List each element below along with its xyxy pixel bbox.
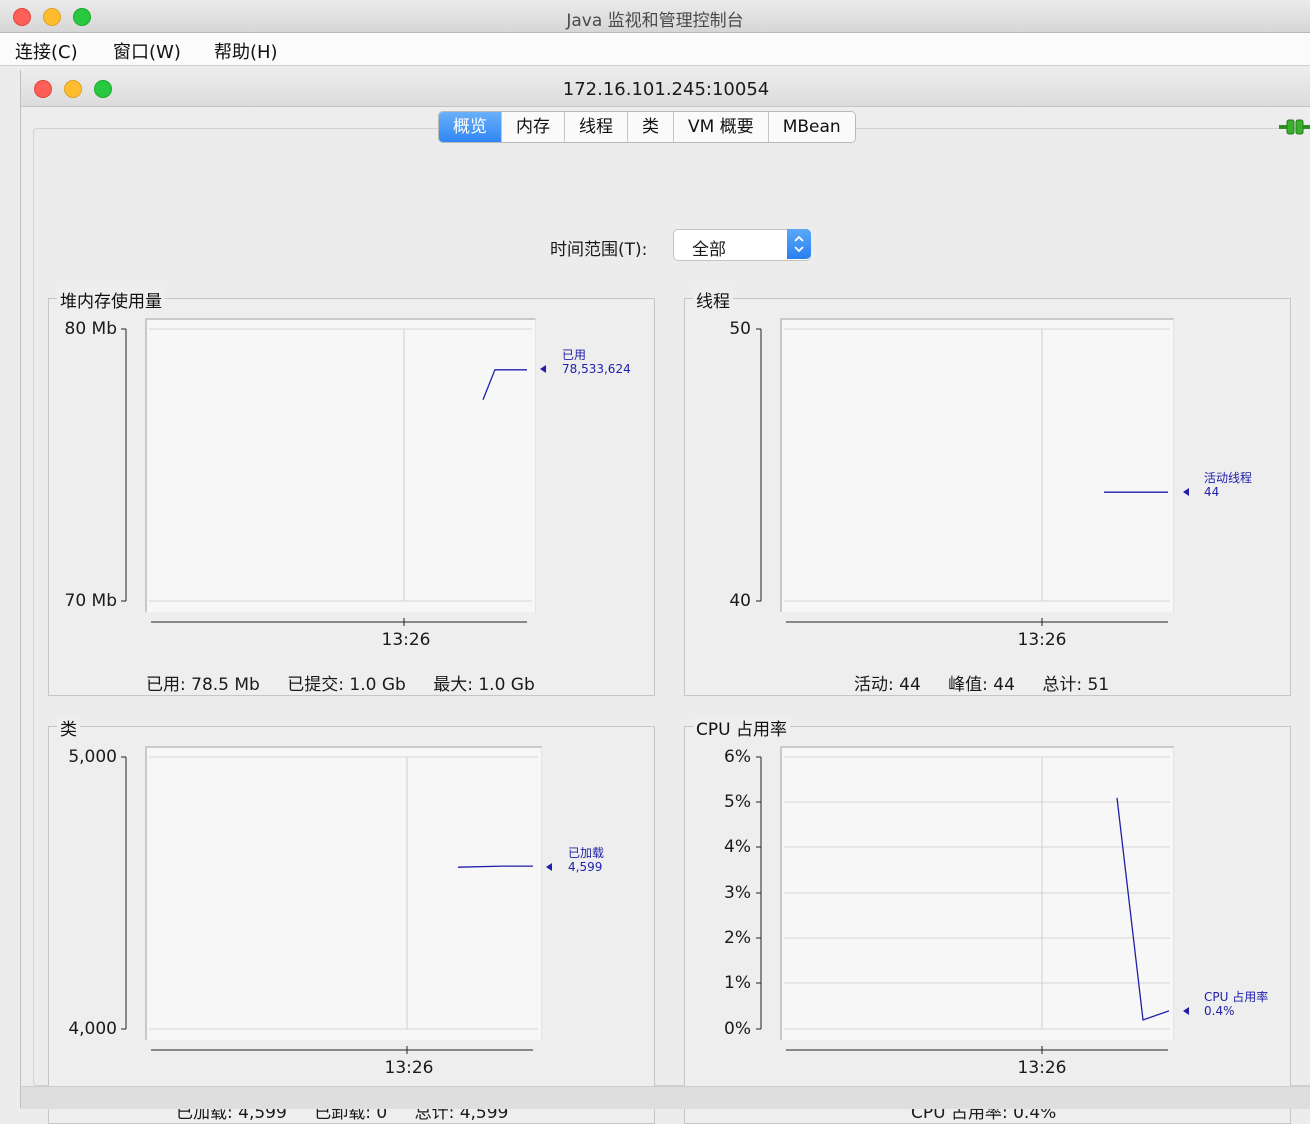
time-range-value: 全部: [692, 240, 726, 260]
classes-loaded-line: [457, 865, 533, 868]
cpu-usage-line: [1116, 797, 1170, 1021]
tab-vm-summary[interactable]: VM 概要: [674, 112, 769, 142]
heap-used-marker: [540, 365, 546, 373]
classes-series-label: 已加载 4,599: [568, 846, 605, 874]
window-title: Java 监视和管理控制台: [566, 11, 744, 31]
threads-series-label: 活动线程 44: [1204, 471, 1253, 499]
threads-stat-live: 活动: 44: [854, 675, 921, 695]
threads-xtick: 13:26: [1017, 630, 1067, 650]
menu-bar: 连接(C) 窗口(W) 帮助(H): [0, 33, 1310, 66]
threads-stats: 活动: 44 峰值: 44 总计: 51: [854, 670, 1109, 695]
window-bottom-bar: [21, 1086, 1310, 1109]
threads-stat-peak: 峰值: 44: [948, 675, 1015, 695]
cpu-usage-panel: CPU 占用率 6% 5% 4% 3% 2% 1% 0% CPU 占用率 0.4…: [684, 715, 1291, 1124]
tab-threads[interactable]: 线程: [565, 112, 628, 142]
menu-window[interactable]: 窗口(W): [113, 38, 181, 64]
tab-mbean[interactable]: MBean: [768, 112, 855, 142]
time-range-label: 时间范围(T):: [550, 240, 648, 260]
classes-chart-svg: [121, 756, 552, 1054]
heap-stats: 已用: 78.5 Mb 已提交: 1.0 Gb 最大: 1.0 Gb: [146, 670, 535, 695]
heap-stat-max: 最大: 1.0 Gb: [433, 675, 535, 695]
classes-xtick: 13:26: [384, 1058, 434, 1078]
time-range-select[interactable]: 全部: [673, 229, 811, 261]
classes-panel: 类 5,000 4,000 已加载 4,599 13:26 已加载: 4,599…: [48, 715, 655, 1124]
tab-overview[interactable]: 概览: [439, 112, 502, 142]
heap-stat-used: 已用: 78.5 Mb: [146, 675, 260, 695]
menu-help[interactable]: 帮助(H): [214, 38, 278, 64]
outer-title-bar: Java 监视和管理控制台: [0, 0, 1310, 33]
connection-title: 172.16.101.245:10054: [562, 79, 770, 100]
cpu-usage-marker: [1183, 1007, 1189, 1015]
tab-classes[interactable]: 类: [628, 112, 674, 142]
cpu-series-label: CPU 占用率 0.4%: [1204, 990, 1269, 1018]
threads-active-marker: [1183, 488, 1189, 496]
tab-memory[interactable]: 内存: [502, 112, 565, 142]
heap-memory-panel: 堆内存使用量 80 Mb 70 Mb 已用 78,533,624 13:26 已…: [48, 287, 655, 696]
plug-connected-icon: [1279, 117, 1310, 141]
heap-series-label: 已用 78,533,624: [562, 348, 631, 376]
cpu-chart-svg: [756, 756, 1189, 1054]
heap-used-line: [482, 369, 527, 400]
menu-connection[interactable]: 连接(C): [15, 38, 78, 64]
classes-loaded-marker: [546, 863, 552, 871]
tab-bar: 概览 内存 线程 类 VM 概要 MBean: [438, 111, 856, 143]
connection-window: 172.16.101.245:10054 时间范围(T): 全部 堆内存使用量 …: [20, 70, 1310, 1124]
up-down-chevron-icon[interactable]: [787, 229, 811, 259]
heap-xtick: 13:26: [381, 630, 431, 650]
threads-panel: 线程 50 40 活动线程 44 13:26 活动: 44 峰值: 44 总计:…: [684, 287, 1291, 696]
threads-stat-total: 总计: 51: [1042, 675, 1110, 695]
threads-chart-svg: [756, 328, 1189, 626]
connection-title-bar: 172.16.101.245:10054: [21, 70, 1310, 107]
cpu-xtick: 13:26: [1017, 1058, 1067, 1078]
heap-stat-committed: 已提交: 1.0 Gb: [287, 675, 406, 695]
overview-content: 时间范围(T): 全部 堆内存使用量 80 Mb 70 Mb 已用 78,533…: [33, 128, 1310, 1124]
